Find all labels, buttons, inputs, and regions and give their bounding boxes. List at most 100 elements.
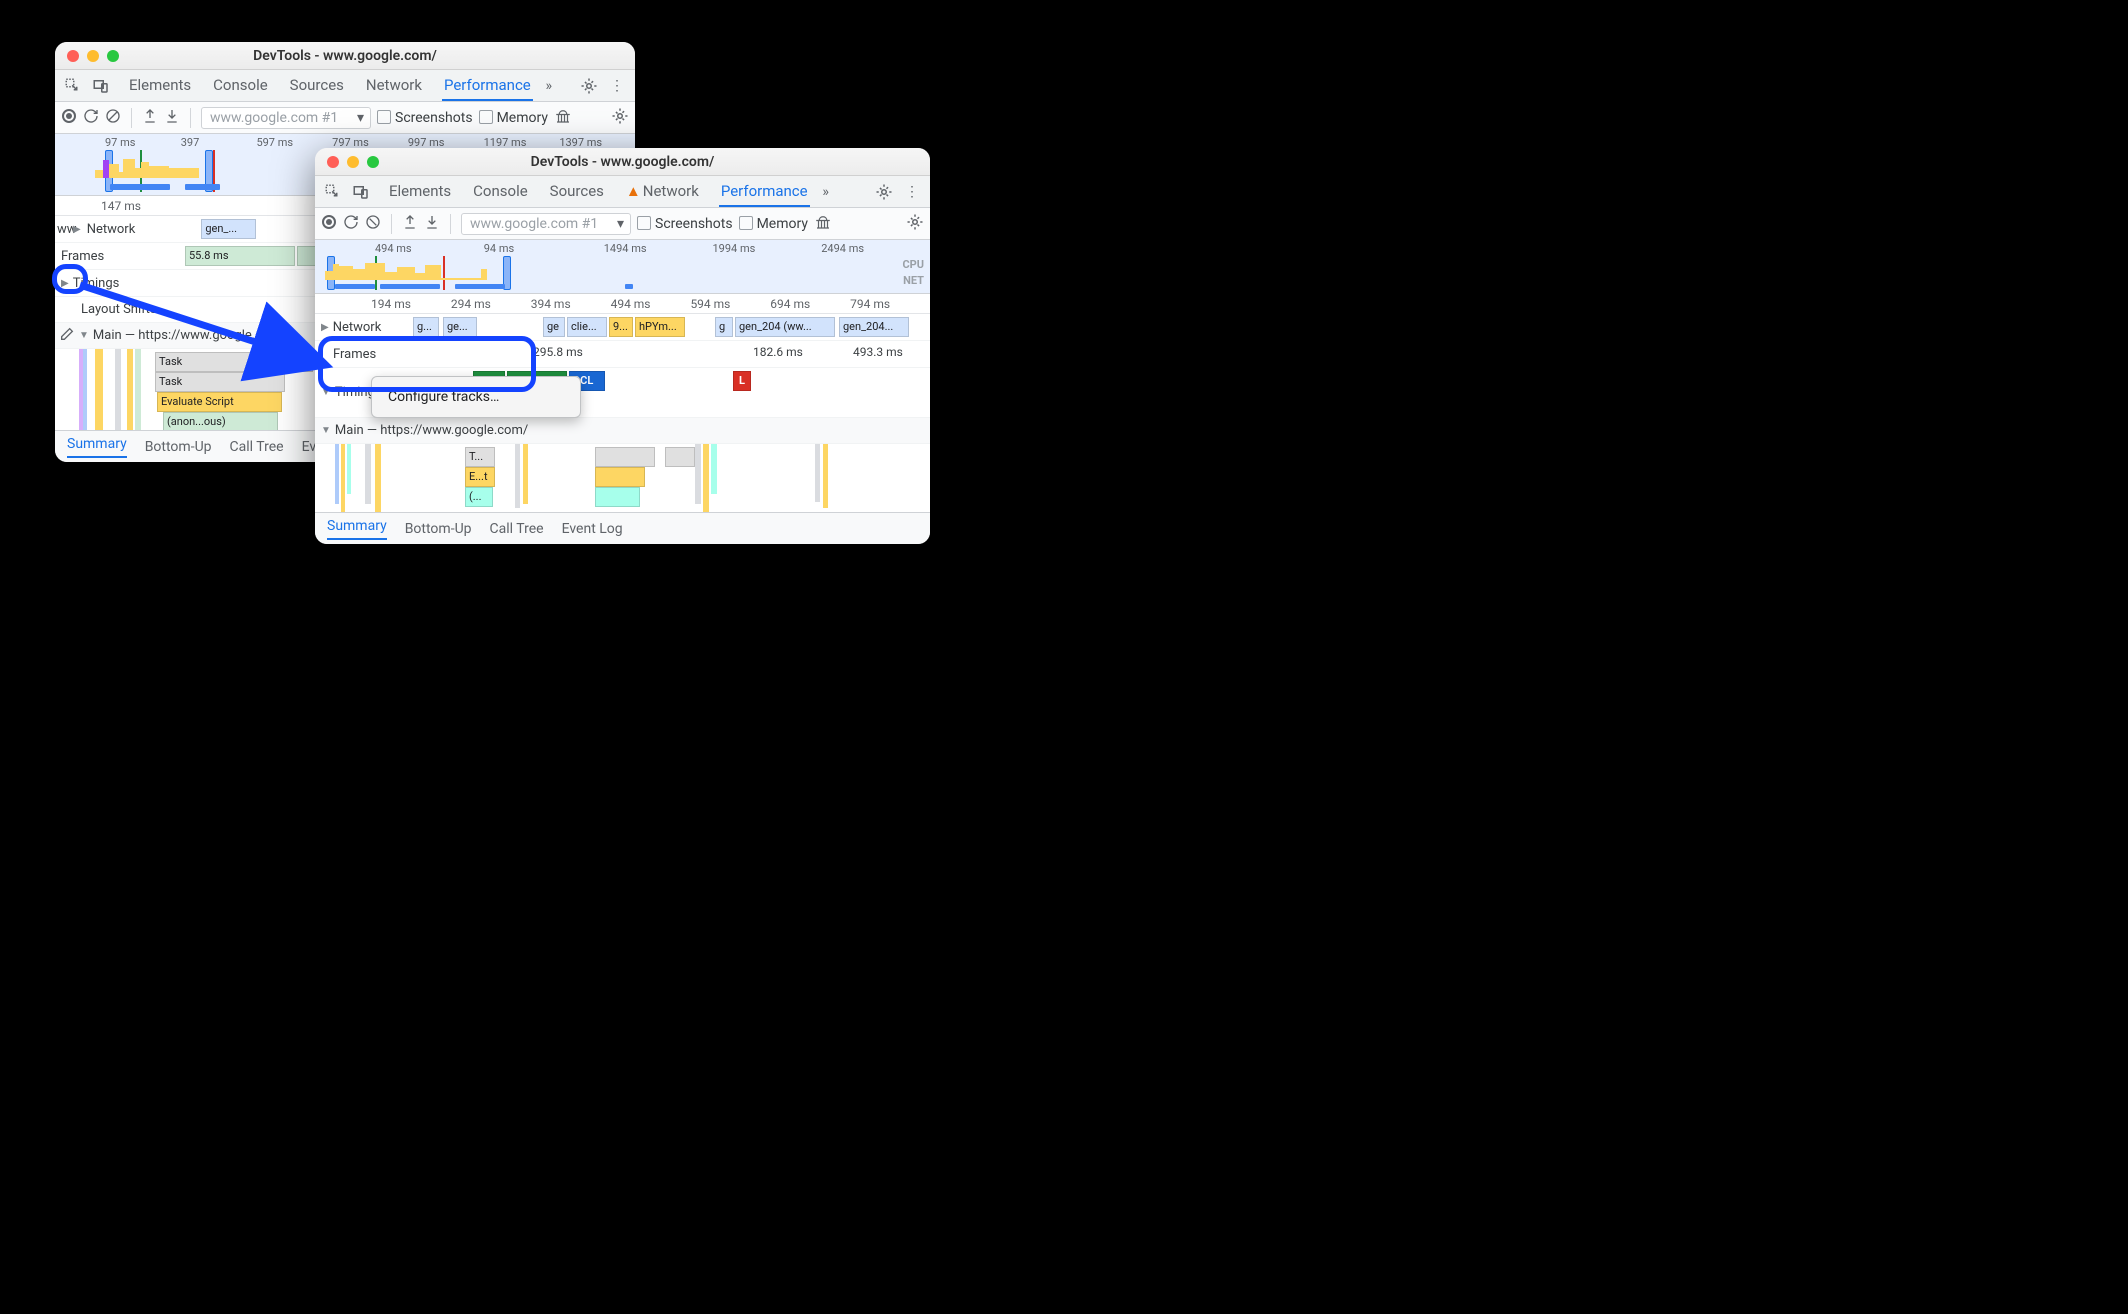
tab-network[interactable]: Network [364,70,424,101]
more-tabs-icon[interactable]: » [537,74,561,98]
network-item[interactable]: g [715,317,733,337]
tab-performance[interactable]: Performance [442,70,533,101]
network-item[interactable]: 9... [609,317,633,337]
overview-tick: 1197 ms [484,136,560,149]
tab-summary[interactable]: Summary [327,518,387,540]
download-icon[interactable] [164,108,180,128]
tab-call-tree[interactable]: Call Tree [490,521,544,537]
disclosure-icon[interactable]: ▼ [79,330,89,341]
tab-performance[interactable]: Performance [719,176,810,207]
overview-tick: 1994 ms [713,242,822,255]
upload-icon[interactable] [402,214,418,234]
tab-network[interactable]: ▲Network [624,176,701,207]
zoom-icon[interactable] [367,156,379,168]
capture-settings-gear-icon[interactable] [906,213,924,235]
disclosure-icon[interactable]: ▼ [315,425,331,436]
clear-button[interactable] [105,108,121,128]
timeline-overview[interactable]: 494 ms 94 ms 1494 ms 1994 ms 2494 ms CPU… [315,240,930,294]
screenshots-checkbox[interactable]: Screenshots [637,216,733,232]
titlebar[interactable]: DevTools - www.google.com/ [55,42,635,70]
close-icon[interactable] [327,156,339,168]
more-tabs-icon[interactable]: » [814,180,838,204]
disclosure-icon[interactable]: ▶ [61,278,69,289]
ruler-tick: 194 ms [371,297,451,311]
main-flame-chart[interactable]: T... E...t (... [315,444,930,512]
close-icon[interactable] [67,50,79,62]
context-menu[interactable]: Configure tracks… [371,376,581,418]
capture-settings-gear-icon[interactable] [611,107,629,129]
tab-call-tree[interactable]: Call Tree [230,439,284,455]
titlebar[interactable]: DevTools - www.google.com/ [315,148,930,176]
panel-tab-list: Elements Console Sources Network Perform… [127,70,533,101]
main-track-header[interactable]: ▼ Main — https://www.google.com/ [315,418,930,444]
net-minimap [335,284,375,289]
ruler-tick: 394 ms [531,297,611,311]
net-minimap [380,284,440,289]
settings-gear-icon[interactable] [577,74,601,98]
tab-bottom-up[interactable]: Bottom-Up [405,521,472,537]
frames-track[interactable]: Frames 295.8 ms 182.6 ms 493.3 ms [315,341,930,368]
overview-tick: 397 [181,136,257,149]
upload-icon[interactable] [142,108,158,128]
network-item[interactable]: ge [543,317,565,337]
reload-record-button[interactable] [83,108,99,128]
func-entry[interactable]: (anon...ous) [163,412,278,430]
network-track[interactable]: ▶ Network g... ge... ge clie... 9... hPYm… [315,314,930,341]
inspect-icon[interactable] [61,74,85,98]
disclosure-icon[interactable]: ▼ [321,387,331,398]
inspect-icon[interactable] [321,180,345,204]
tab-bottom-up[interactable]: Bottom-Up [145,439,212,455]
tracks-area[interactable]: ▶ Network g... ge... ge clie... 9... hPYm… [315,314,930,512]
tab-elements[interactable]: Elements [387,176,453,207]
disclosure-icon[interactable]: ▶ [321,322,329,333]
frame-entry[interactable]: 55.8 ms [185,246,295,266]
network-item[interactable]: gen_204... [839,317,909,337]
network-item[interactable]: gen_... [201,219,256,239]
timing-marker[interactable]: L [733,371,751,391]
tab-console[interactable]: Console [471,176,530,207]
device-toggle-icon[interactable] [89,74,113,98]
kebab-menu-icon[interactable]: ⋮ [900,180,924,204]
menu-item-configure-tracks[interactable]: Configure tracks… [372,383,580,411]
tab-summary[interactable]: Summary [67,436,127,458]
frame-value: 493.3 ms [853,345,903,359]
edit-tracks-icon[interactable] [55,326,79,346]
network-item[interactable]: clie... [567,317,607,337]
collect-garbage-icon[interactable] [814,213,832,235]
func-entry[interactable]: (... [465,487,493,507]
tab-event-log[interactable]: Event Log [562,521,623,537]
func-entry[interactable] [595,487,640,507]
network-item[interactable]: ge... [443,317,477,337]
download-icon[interactable] [424,214,440,234]
perf-toolbar: www.google.com #1 Screenshots Memory [55,102,635,134]
network-item[interactable]: gen_204 (ww... [735,317,835,337]
settings-gear-icon[interactable] [872,180,896,204]
device-toggle-icon[interactable] [349,180,373,204]
memory-checkbox[interactable]: Memory [479,110,548,126]
net-minimap [455,284,505,289]
disclosure-icon[interactable]: ▶ [73,224,81,235]
ruler-tick: 494 ms [611,297,691,311]
ruler-tick: 694 ms [770,297,850,311]
tab-sources[interactable]: Sources [288,70,346,101]
network-item[interactable]: g... [413,317,439,337]
collect-garbage-icon[interactable] [554,107,572,129]
minimize-icon[interactable] [347,156,359,168]
network-track-label: Network [333,320,382,335]
tab-console[interactable]: Console [211,70,270,101]
zoom-icon[interactable] [107,50,119,62]
recording-select[interactable]: www.google.com #1 [461,213,631,235]
record-button[interactable] [61,108,77,128]
tab-elements[interactable]: Elements [127,70,193,101]
tab-sources[interactable]: Sources [548,176,606,207]
record-button[interactable] [321,214,337,234]
network-item[interactable]: hPYm... [635,317,685,337]
screenshots-checkbox[interactable]: Screenshots [377,110,473,126]
clear-button[interactable] [365,214,381,234]
minimize-icon[interactable] [87,50,99,62]
recording-select[interactable]: www.google.com #1 [201,107,371,129]
kebab-menu-icon[interactable]: ⋮ [605,74,629,98]
memory-checkbox[interactable]: Memory [739,216,808,232]
ruler-tick: 294 ms [451,297,531,311]
reload-record-button[interactable] [343,214,359,234]
